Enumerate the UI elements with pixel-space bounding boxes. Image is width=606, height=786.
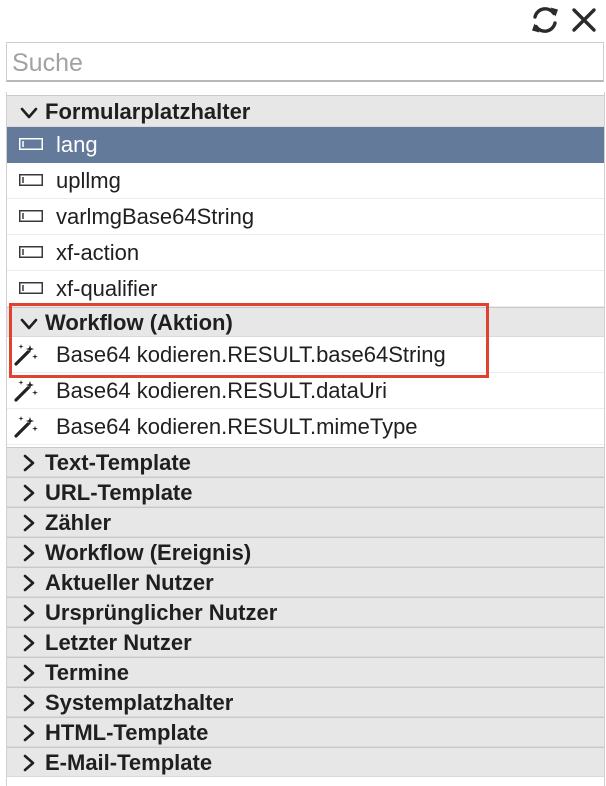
- group-label: URL-Template: [45, 480, 193, 505]
- magic-wand-icon: [13, 415, 39, 444]
- list-item-base64-string[interactable]: Base64 kodieren.RESULT.base64String: [7, 337, 604, 373]
- chevron-right-icon: [19, 573, 39, 598]
- chevron-right-icon: [19, 543, 39, 568]
- toolbar: [0, 0, 606, 40]
- group-termine[interactable]: Termine: [7, 657, 604, 687]
- chevron-right-icon: [19, 723, 39, 748]
- chevron-right-icon: [19, 453, 39, 478]
- group-html-template[interactable]: HTML-Template: [7, 717, 604, 747]
- chevron-right-icon: [19, 603, 39, 628]
- refresh-icon[interactable]: [528, 3, 562, 37]
- placeholder-tree: Formularplatzhalter lang upllmg varlmgBa…: [6, 92, 605, 786]
- magic-wand-icon: [13, 379, 39, 408]
- group-urspruenglicher-nutzer[interactable]: Ursprünglicher Nutzer: [7, 597, 604, 627]
- input-field-icon: [19, 281, 43, 299]
- item-label: xf-action: [56, 240, 140, 265]
- group-label: Termine: [45, 660, 129, 685]
- list-item-data-uri[interactable]: Base64 kodieren.RESULT.dataUri: [7, 373, 604, 409]
- group-e-mail-template[interactable]: E-Mail-Template: [7, 747, 604, 777]
- list-item-mime-type[interactable]: Base64 kodieren.RESULT.mimeType: [7, 409, 604, 445]
- chevron-right-icon: [19, 633, 39, 658]
- magic-wand-icon: [13, 343, 39, 372]
- group-label: Workflow (Ereignis): [45, 540, 252, 565]
- item-label: Base64 kodieren.RESULT.base64String: [56, 342, 446, 367]
- group-url-template[interactable]: URL-Template: [7, 477, 604, 507]
- group-label: E-Mail-Template: [45, 750, 213, 775]
- list-item-lang[interactable]: lang: [7, 127, 604, 163]
- item-label: upllmg: [56, 168, 121, 193]
- search-input[interactable]: [7, 43, 603, 80]
- chevron-right-icon: [19, 663, 39, 688]
- group-systemplatzhalter[interactable]: Systemplatzhalter: [7, 687, 604, 717]
- input-field-icon: [19, 245, 43, 263]
- chevron-down-icon: [19, 103, 39, 128]
- item-label: xf-qualifier: [56, 276, 158, 301]
- group-label: Ursprünglicher Nutzer: [45, 600, 278, 625]
- chevron-right-icon: [19, 483, 39, 508]
- chevron-right-icon: [19, 693, 39, 718]
- group-label: Aktueller Nutzer: [45, 570, 214, 595]
- chevron-right-icon: [19, 753, 39, 778]
- group-workflow-aktion[interactable]: Workflow (Aktion): [7, 307, 604, 337]
- group-letzter-nutzer[interactable]: Letzter Nutzer: [7, 627, 604, 657]
- list-item-xf-action[interactable]: xf-action: [7, 235, 604, 271]
- group-text-template[interactable]: Text-Template: [7, 447, 604, 477]
- group-label: Systemplatzhalter: [45, 690, 234, 715]
- list-item-varlmgbase64string[interactable]: varlmgBase64String: [7, 199, 604, 235]
- group-label: Letzter Nutzer: [45, 630, 192, 655]
- input-field-icon: [19, 137, 43, 155]
- group-label: Formularplatzhalter: [45, 99, 251, 124]
- item-label: Base64 kodieren.RESULT.dataUri: [56, 378, 387, 403]
- chevron-right-icon: [19, 513, 39, 538]
- item-label: lang: [56, 132, 98, 157]
- input-field-icon: [19, 209, 43, 227]
- group-formularplatzhalter[interactable]: Formularplatzhalter: [7, 95, 604, 127]
- list-item-upllmg[interactable]: upllmg: [7, 163, 604, 199]
- group-label: HTML-Template: [45, 720, 209, 745]
- group-workflow-ereignis[interactable]: Workflow (Ereignis): [7, 537, 604, 567]
- list-item-xf-qualifier[interactable]: xf-qualifier: [7, 271, 604, 307]
- item-label: Base64 kodieren.RESULT.mimeType: [56, 414, 418, 439]
- chevron-down-icon: [19, 314, 39, 339]
- group-label: Text-Template: [45, 450, 191, 475]
- close-icon[interactable]: [567, 3, 601, 37]
- group-zaehler[interactable]: Zähler: [7, 507, 604, 537]
- item-label: varlmgBase64String: [56, 204, 255, 229]
- group-label: Workflow (Aktion): [45, 310, 233, 335]
- search-field[interactable]: [6, 42, 604, 82]
- group-aktueller-nutzer[interactable]: Aktueller Nutzer: [7, 567, 604, 597]
- group-label: Zähler: [45, 510, 112, 535]
- input-field-icon: [19, 173, 43, 191]
